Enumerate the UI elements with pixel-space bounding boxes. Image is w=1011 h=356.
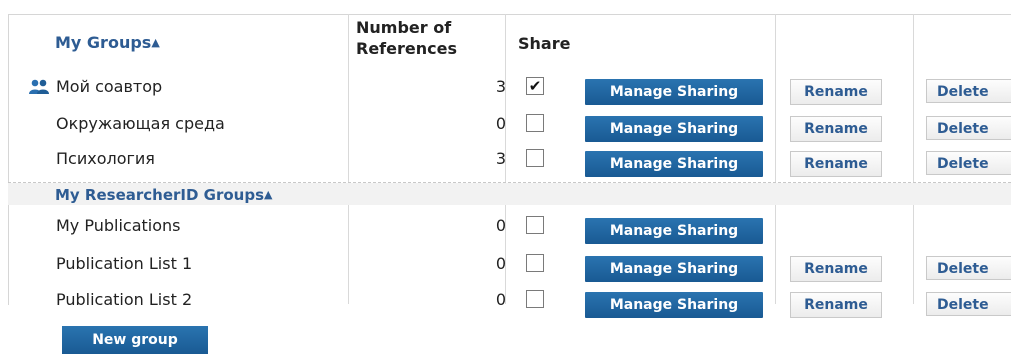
rename-button[interactable]: Rename (790, 256, 882, 282)
group-name[interactable]: Publication List 2 (56, 290, 192, 309)
references-header: Number of References (356, 17, 457, 59)
share-checkbox[interactable] (526, 290, 544, 308)
table-row: My Publications 0 Manage Sharing (8, 209, 1011, 244)
table-row: Психология 3 Manage Sharing Rename Delet… (8, 142, 1011, 177)
manage-sharing-button[interactable]: Manage Sharing (585, 256, 763, 282)
references-header-line1: Number of (356, 18, 452, 37)
researcherid-groups-title[interactable]: My ResearcherID Groups (55, 186, 264, 204)
new-group-button[interactable]: New group (62, 326, 208, 354)
groups-panel: My Groups▲ Number of References Share Мо… (0, 0, 1011, 356)
rename-button[interactable]: Rename (790, 116, 882, 142)
delete-button[interactable]: Delete (926, 151, 1011, 175)
reference-count: 0 (495, 290, 506, 309)
sort-arrow-icon[interactable]: ▲ (264, 188, 272, 201)
table-row: Publication List 2 0 Manage Sharing Rena… (8, 283, 1011, 318)
rename-button[interactable]: Rename (790, 79, 882, 105)
share-checkbox[interactable] (526, 149, 544, 167)
sort-arrow-icon[interactable]: ▲ (151, 36, 159, 49)
manage-sharing-button[interactable]: Manage Sharing (585, 79, 763, 105)
researcherid-groups-header[interactable]: My ResearcherID Groups▲ (55, 186, 273, 204)
share-checkbox[interactable] (526, 216, 544, 234)
share-header: Share (518, 34, 571, 53)
group-name[interactable]: Психология (56, 149, 155, 168)
manage-sharing-button[interactable]: Manage Sharing (585, 292, 763, 318)
delete-button[interactable]: Delete (926, 116, 1011, 140)
rename-button[interactable]: Rename (790, 151, 882, 177)
table-row: Окружающая среда 0 Manage Sharing Rename… (8, 107, 1011, 142)
group-name[interactable]: Мой соавтор (56, 77, 162, 96)
manage-sharing-button[interactable]: Manage Sharing (585, 151, 763, 177)
table-row: Publication List 1 0 Manage Sharing Rena… (8, 247, 1011, 282)
delete-button[interactable]: Delete (926, 256, 1011, 280)
delete-button[interactable]: Delete (926, 79, 1011, 103)
share-checkbox[interactable] (526, 114, 544, 132)
reference-count: 3 (495, 77, 506, 96)
references-header-line2: References (356, 39, 457, 58)
table-row: Мой соавтор 3 ✔ Manage Sharing Rename De… (8, 70, 1011, 105)
reference-count: 0 (495, 254, 506, 273)
manage-sharing-button[interactable]: Manage Sharing (585, 218, 763, 244)
people-icon (29, 79, 49, 94)
section-divider (8, 182, 1011, 183)
delete-button[interactable]: Delete (926, 292, 1011, 316)
share-checkbox[interactable] (526, 254, 544, 272)
group-name[interactable]: Окружающая среда (56, 114, 225, 133)
share-checkbox[interactable]: ✔ (526, 77, 544, 95)
group-name[interactable]: My Publications (56, 216, 181, 235)
my-groups-header[interactable]: My Groups▲ (55, 33, 160, 52)
my-groups-title[interactable]: My Groups (55, 33, 151, 52)
group-name[interactable]: Publication List 1 (56, 254, 192, 273)
manage-sharing-button[interactable]: Manage Sharing (585, 116, 763, 142)
reference-count: 0 (495, 216, 506, 235)
reference-count: 0 (495, 114, 506, 133)
reference-count: 3 (495, 149, 506, 168)
rename-button[interactable]: Rename (790, 292, 882, 318)
